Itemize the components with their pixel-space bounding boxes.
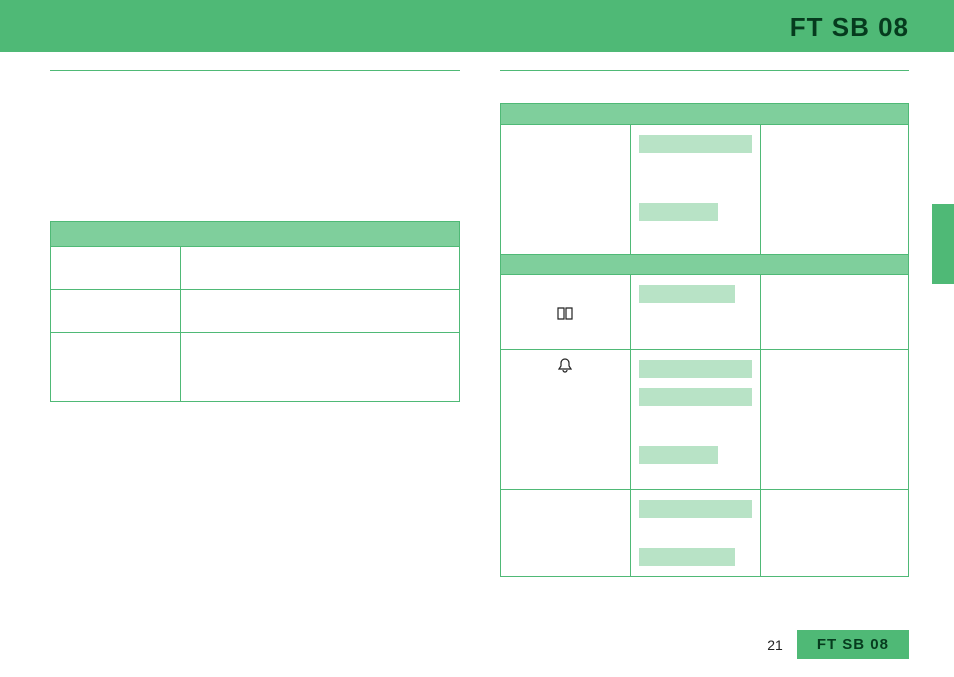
header-title: FT SB 08 [790,12,909,43]
table-row [51,289,459,332]
value-chip [639,360,752,378]
table-cell [51,333,181,401]
table-row [501,349,909,489]
table-cell-chips [631,350,761,489]
table-row [51,332,459,401]
bell-icon [558,358,572,379]
table-cell-icon [501,275,631,349]
left-column [50,70,460,617]
table-cell-icon [501,125,631,254]
table-row [501,489,909,576]
content [50,70,909,617]
value-chip [639,135,752,153]
right-column [500,70,910,617]
right-table-header-1 [501,104,909,124]
table-cell [761,275,908,349]
table-row [51,246,459,289]
table-cell-chips [631,125,761,254]
table-cell-icon [501,490,631,576]
value-chip [639,500,752,518]
page-number: 21 [767,637,783,653]
table-row [501,274,909,349]
table-cell [181,290,458,332]
value-chip [639,388,752,406]
left-table-header [51,222,459,246]
page: FT SB 08 [0,0,954,677]
value-chip [639,548,735,566]
table-cell [761,125,908,254]
left-table [50,221,460,402]
table-cell [181,247,458,289]
value-chip [639,285,735,303]
book-icon [557,307,573,326]
divider [500,70,910,71]
table-cell [761,350,908,489]
value-chip [639,446,718,464]
right-table [500,103,910,577]
table-cell-chips [631,490,761,576]
divider [50,70,460,71]
footer-label: FT SB 08 [797,630,909,659]
footer: 21 FT SB 08 [767,630,909,659]
table-row [501,124,909,254]
right-table-header-2 [501,254,909,274]
side-tab [932,204,954,284]
table-cell-icon [501,350,631,489]
table-cell [51,290,181,332]
table-cell [761,490,908,576]
table-cell [181,333,458,401]
value-chip [639,203,718,221]
table-cell-chips [631,275,761,349]
table-cell [51,247,181,289]
